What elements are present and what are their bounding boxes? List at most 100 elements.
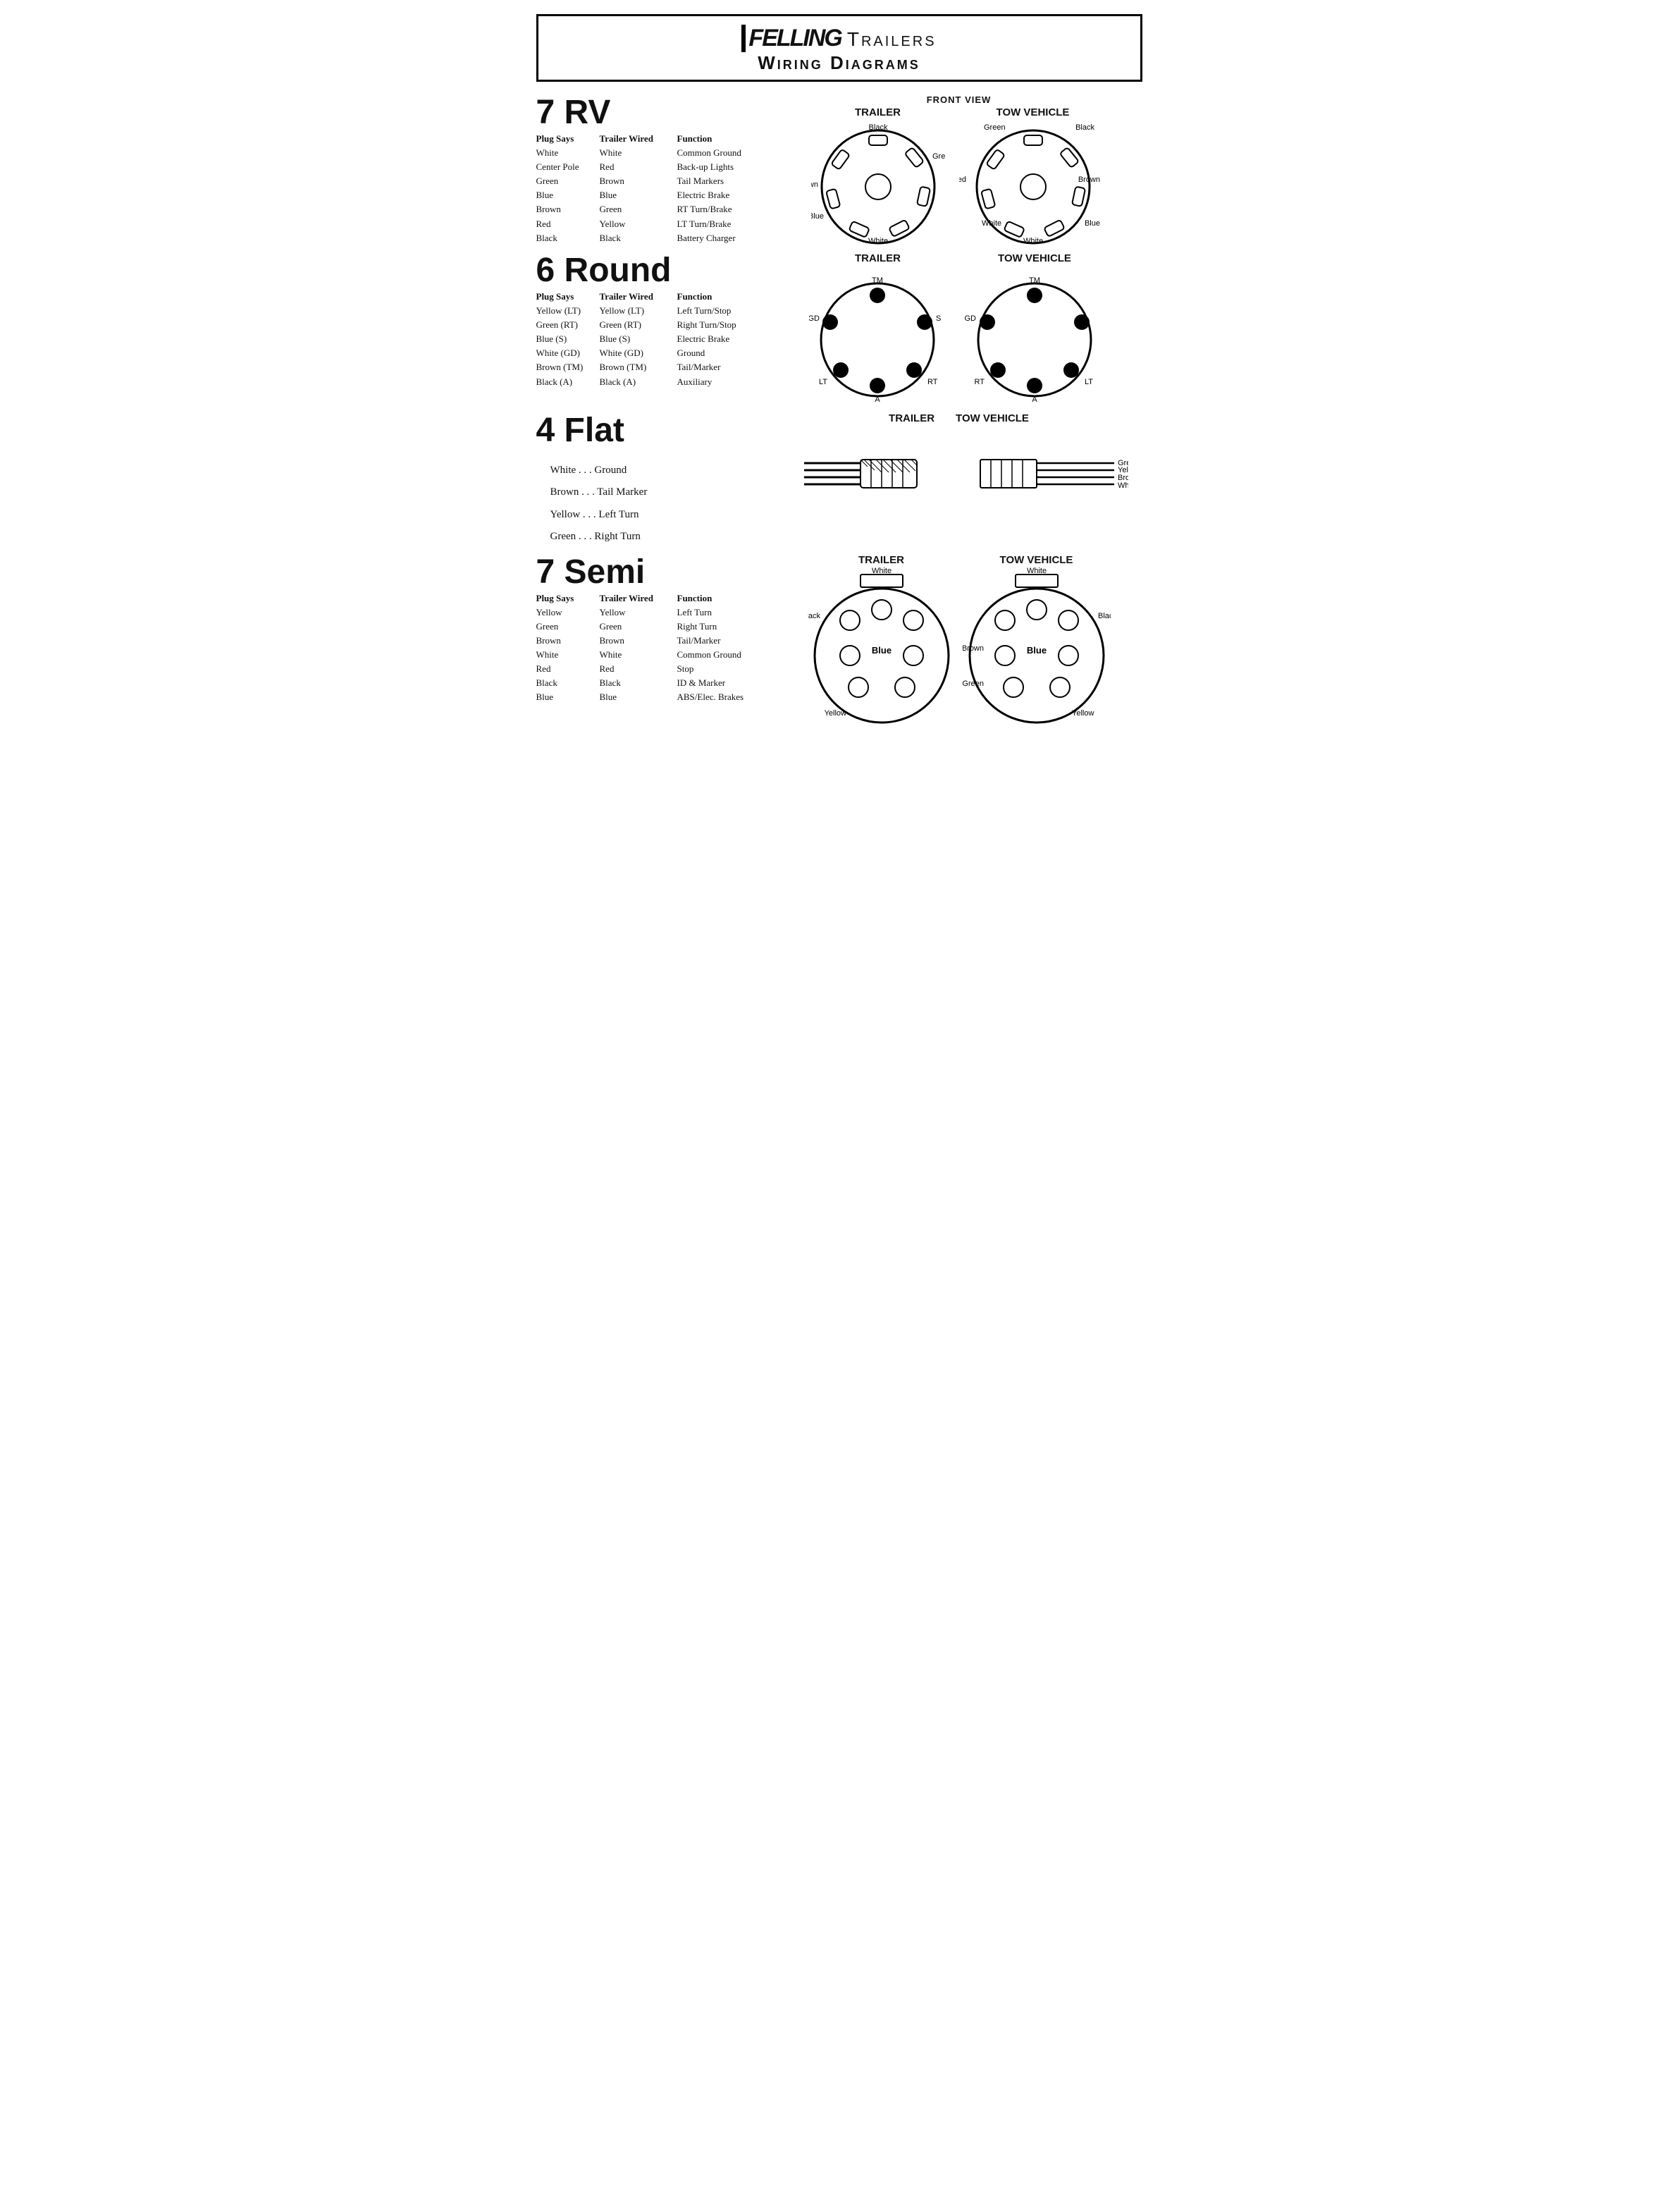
semi7-towvehicle-label: TOW VEHICLE: [1000, 554, 1073, 566]
rv7-title: 7 RV: [536, 94, 776, 132]
svg-text:Blue: Blue: [871, 645, 891, 656]
svg-text:Green: Green: [932, 152, 945, 161]
svg-text:A: A: [1032, 395, 1037, 404]
header-line1: Trailers: [847, 28, 937, 51]
rv7-row-6: Black Black Battery Charger: [536, 231, 776, 245]
rv7-col3-header: Function: [677, 133, 776, 145]
flat4-item-0: White . . . Ground: [550, 460, 776, 482]
rv7-diagram-row: TRAILER: [811, 106, 1107, 247]
front-view-label: FRONT VIEW: [927, 94, 992, 105]
round6-diagrams: TRAILER TM: [776, 252, 1142, 407]
flat4-list: White . . . Ground Brown . . . Tail Mark…: [536, 460, 776, 548]
flat4-svg: Green Yellow Brown White: [790, 424, 1128, 516]
svg-text:Blue: Blue: [1084, 219, 1099, 228]
svg-text:RT: RT: [975, 378, 985, 386]
svg-text:White: White: [982, 219, 1001, 228]
svg-text:White: White: [1026, 567, 1046, 575]
svg-text:Red: Red: [959, 176, 966, 184]
semi7-diagrams: TRAILER White Blue: [776, 554, 1142, 737]
svg-text:S: S: [936, 314, 941, 323]
round6-row-1: Green (RT) Green (RT) Right Turn/Stop: [536, 318, 776, 332]
semi7-headers: Plug Says Trailer Wired Function: [536, 593, 776, 604]
svg-text:Black: Black: [868, 123, 887, 132]
round6-towvehicle-svg: TM GD A RT LT: [961, 266, 1109, 407]
rv7-col1-header: Plug Says: [536, 133, 600, 145]
rv7-row-2: Green Brown Tail Markers: [536, 174, 776, 188]
svg-text:White: White: [1023, 237, 1042, 245]
svg-text:Black: Black: [1075, 123, 1094, 132]
rv7-headers: Plug Says Trailer Wired Function: [536, 133, 776, 145]
semi7-diagram-row: TRAILER White Blue: [808, 554, 1111, 737]
semi7-row-3: White White Common Ground: [536, 648, 776, 662]
flat4-item-1: Brown . . . Tail Marker: [550, 481, 776, 504]
svg-text:Green: Green: [963, 680, 984, 688]
rv7-trailer-diagram: TRAILER: [811, 106, 945, 247]
semi7-trailer-diagram: TRAILER White Blue: [808, 554, 956, 737]
page-header: FELLING Trailers Wiring Diagrams: [536, 14, 1142, 82]
header-line2: Wiring Diagrams: [553, 52, 1126, 74]
svg-text:TM: TM: [872, 276, 883, 285]
rv7-towvehicle-label: TOW VEHICLE: [997, 106, 1070, 118]
rv7-row-0: White White Common Ground: [536, 146, 776, 160]
felling-logo: FELLING: [741, 25, 841, 52]
svg-text:LT: LT: [819, 378, 827, 386]
svg-text:White: White: [871, 567, 891, 575]
round6-trailer-label: TRAILER: [855, 252, 901, 264]
svg-text:GD: GD: [965, 314, 977, 323]
flat4-towvehicle-label: TOW VEHICLE: [956, 412, 1029, 424]
svg-text:Brown: Brown: [963, 644, 984, 653]
round6-diagram-row: TRAILER TM: [809, 252, 1109, 407]
svg-text:White: White: [868, 237, 887, 245]
svg-text:Blue: Blue: [1026, 645, 1046, 656]
svg-text:A: A: [875, 395, 880, 404]
svg-text:RT: RT: [927, 378, 938, 386]
svg-text:Black: Black: [808, 612, 820, 620]
semi7-row-6: Blue Blue ABS/Elec. Brakes: [536, 690, 776, 704]
svg-text:Blue: Blue: [811, 212, 824, 221]
svg-text:TM: TM: [1029, 276, 1040, 285]
semi7-trailer-label: TRAILER: [858, 554, 904, 566]
svg-text:White: White: [1118, 481, 1128, 490]
rv7-row-3: Blue Blue Electric Brake: [536, 188, 776, 202]
semi7-towvehicle-diagram: TOW VEHICLE White Blue Black Brown: [963, 554, 1111, 737]
svg-text:GD: GD: [809, 314, 820, 323]
flat4-trailer-label: TRAILER: [889, 412, 934, 424]
round6-section: 6 Round Plug Says Trailer Wired Function…: [536, 252, 776, 407]
semi7-row-2: Brown Brown Tail/Marker: [536, 634, 776, 648]
round6-towvehicle-diagram: TOW VEHICLE TM GD A RT LT: [961, 252, 1109, 407]
round6-trailer-svg: TM GD S A LT RT: [809, 266, 946, 407]
semi7-section: 7 Semi Plug Says Trailer Wired Function …: [536, 554, 776, 737]
rv7-row-1: Center Pole Red Back-up Lights: [536, 160, 776, 174]
semi7-row-1: Green Green Right Turn: [536, 620, 776, 634]
semi7-title: 7 Semi: [536, 554, 776, 591]
semi7-trailer-svg: White Blue Black: [808, 567, 956, 737]
round6-row-2: Blue (S) Blue (S) Electric Brake: [536, 332, 776, 346]
semi7-row-0: Yellow Yellow Left Turn: [536, 606, 776, 620]
rv7-towvehicle-svg: Green Black Red White White Blue Brown: [959, 120, 1107, 247]
rv7-diagrams: FRONT VIEW TRAILER: [776, 94, 1142, 247]
flat4-section: 4 Flat White . . . Ground Brown . . . Ta…: [536, 412, 776, 548]
round6-row-5: Black (A) Black (A) Auxiliary: [536, 375, 776, 389]
rv7-row-4: Brown Green RT Turn/Brake: [536, 202, 776, 216]
round6-row-3: White (GD) White (GD) Ground: [536, 346, 776, 360]
round6-title: 6 Round: [536, 252, 776, 290]
rv7-col2-header: Trailer Wired: [600, 133, 677, 145]
semi7-towvehicle-svg: White Blue Black Brown Green Yellow: [963, 567, 1111, 737]
semi7-row-4: Red Red Stop: [536, 662, 776, 676]
rv7-section: 7 RV Plug Says Trailer Wired Function Wh…: [536, 94, 776, 247]
round6-trailer-diagram: TRAILER TM: [809, 252, 946, 407]
round6-towvehicle-label: TOW VEHICLE: [998, 252, 1071, 264]
svg-text:Yellow: Yellow: [824, 709, 846, 718]
rv7-trailer-label: TRAILER: [855, 106, 901, 118]
rv7-towvehicle-diagram: TOW VEHICLE Green Black Red White: [959, 106, 1107, 247]
rv7-row-5: Red Yellow LT Turn/Brake: [536, 217, 776, 231]
flat4-item-3: Green . . . Right Turn: [550, 526, 776, 548]
semi7-row-5: Black Black ID & Marker: [536, 676, 776, 690]
svg-text:Black: Black: [1098, 612, 1111, 620]
flat4-title: 4 Flat: [536, 412, 776, 450]
svg-text:Brown: Brown: [1078, 176, 1099, 184]
round6-headers: Plug Says Trailer Wired Function: [536, 291, 776, 302]
svg-text:LT: LT: [1085, 378, 1093, 386]
svg-text:Yellow: Yellow: [1072, 709, 1094, 718]
flat4-item-2: Yellow . . . Left Turn: [550, 504, 776, 527]
